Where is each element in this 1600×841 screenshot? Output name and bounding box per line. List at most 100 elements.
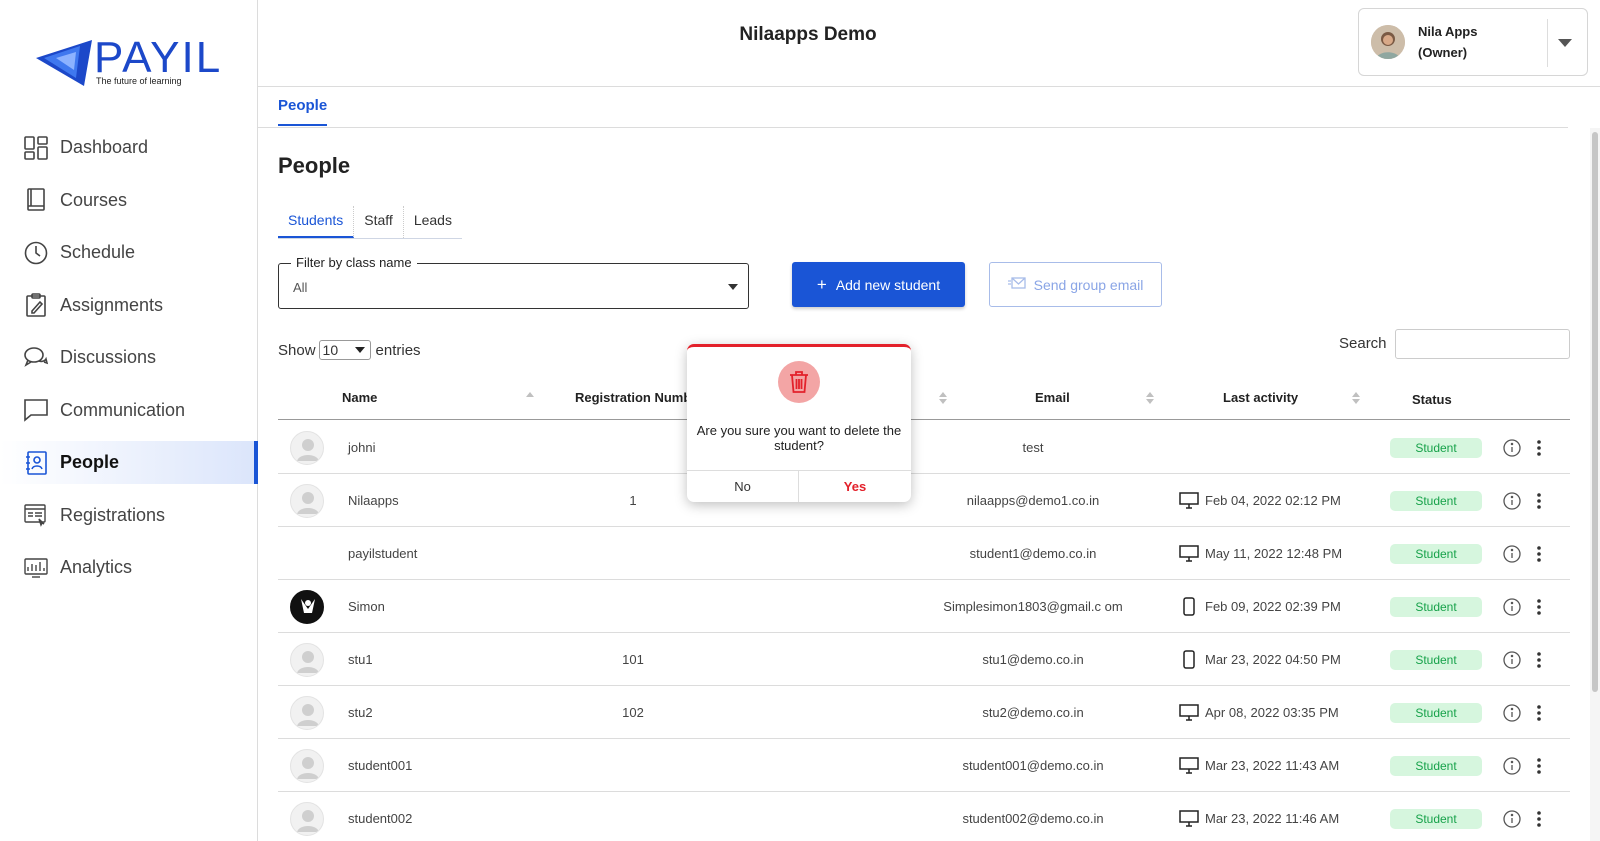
table-row[interactable]: Simon Simplesimon1803@gmail.c om Feb 09,… xyxy=(278,580,1570,633)
student-name[interactable]: Nilaapps xyxy=(348,474,399,527)
sidebar-item-assignments[interactable]: Assignments xyxy=(0,284,258,327)
student-name[interactable]: stu2 xyxy=(348,686,373,739)
user-placeholder-avatar xyxy=(290,802,324,836)
info-icon[interactable] xyxy=(1502,527,1522,580)
info-icon[interactable] xyxy=(1502,792,1522,841)
column-header-email[interactable]: Email xyxy=(1035,390,1070,405)
table-header: Name Registration Numb Email Last activi… xyxy=(278,378,1570,420)
search-label: Search xyxy=(1339,335,1387,352)
last-activity: Mar 23, 2022 11:46 AM xyxy=(1178,792,1368,841)
student-email: student1@demo.co.in xyxy=(969,546,1097,561)
search-input[interactable] xyxy=(1395,329,1570,359)
more-vertical-icon[interactable] xyxy=(1536,421,1542,474)
plus-icon: + xyxy=(816,274,827,294)
column-header-last-activity[interactable]: Last activity xyxy=(1223,390,1298,405)
entries-show-label: Show xyxy=(278,341,316,359)
student-name[interactable]: student001 xyxy=(348,739,412,792)
sidebar-item-courses[interactable]: Courses xyxy=(0,179,258,222)
student-name[interactable]: stu1 xyxy=(348,633,373,686)
table-row[interactable]: stu2 102 stu2@demo.co.in Apr 08, 2022 03… xyxy=(278,686,1570,739)
sort-icon[interactable] xyxy=(526,392,534,404)
student-name[interactable]: student002 xyxy=(348,792,412,841)
table-row[interactable]: Nilaapps 1 nilaapps@demo1.co.in Feb 04, … xyxy=(278,474,1570,527)
info-icon[interactable] xyxy=(1502,474,1522,527)
status-badge: Student xyxy=(1390,702,1482,723)
caret-down-icon xyxy=(354,347,365,353)
scrollbar-thumb[interactable] xyxy=(1592,132,1598,692)
registration-number xyxy=(578,580,688,633)
empty-avatar xyxy=(290,537,324,571)
info-icon[interactable] xyxy=(1502,686,1522,739)
sort-icon[interactable] xyxy=(1352,392,1360,404)
yes-button[interactable]: Yes xyxy=(799,471,911,502)
table-row[interactable]: stu1 101 stu1@demo.co.in Mar 23, 2022 04… xyxy=(278,633,1570,686)
chevron-down-icon[interactable] xyxy=(1558,39,1572,47)
last-activity: Mar 23, 2022 11:43 AM xyxy=(1178,739,1368,792)
column-header-registration-number[interactable]: Registration Numb xyxy=(575,390,691,405)
delete-confirm-message: Are you sure you want to delete the stud… xyxy=(696,423,902,453)
column-header-name[interactable]: Name xyxy=(342,390,377,405)
tab-divider xyxy=(258,127,1568,128)
mail-icon xyxy=(1007,276,1026,293)
top-header: Nilaapps Demo Nila Apps (Owner) xyxy=(258,0,1600,87)
entries-select[interactable]: 10 xyxy=(318,340,371,360)
more-vertical-icon[interactable] xyxy=(1536,527,1542,580)
sidebar-item-label: Communication xyxy=(60,399,186,420)
info-icon[interactable] xyxy=(1502,580,1522,633)
status-cell: Student xyxy=(1390,421,1482,474)
user-placeholder-avatar xyxy=(290,484,324,518)
student-name[interactable]: payilstudent xyxy=(348,527,417,580)
sidebar-item-people[interactable]: People xyxy=(0,441,258,484)
student-name[interactable]: johni xyxy=(348,421,375,474)
mobile-icon xyxy=(1178,597,1200,616)
last-activity-time: Feb 09, 2022 02:39 PM xyxy=(1205,599,1341,614)
sidebar-item-analytics[interactable]: Analytics xyxy=(0,546,258,589)
last-activity-time: Apr 08, 2022 03:35 PM xyxy=(1205,705,1339,720)
class-filter-select[interactable]: Filter by class name All xyxy=(278,255,749,309)
no-button[interactable]: No xyxy=(687,471,799,502)
registration-number: 102 xyxy=(622,705,644,720)
class-filter-value: All xyxy=(293,280,308,295)
sidebar-item-discussions[interactable]: Discussions xyxy=(0,336,258,379)
table-row[interactable]: student002 student002@demo.co.in Mar 23,… xyxy=(278,792,1570,841)
delete-confirm-dialog: Are you sure you want to delete the stud… xyxy=(687,344,911,502)
table-row[interactable]: johni test Student xyxy=(278,421,1570,474)
contacts-icon xyxy=(22,449,50,477)
user-menu-divider xyxy=(1547,19,1548,67)
sidebar-item-label: People xyxy=(60,452,120,472)
tab-students[interactable]: Students xyxy=(278,206,355,238)
sidebar-item-registrations[interactable]: Registrations xyxy=(0,494,258,537)
payil-logo[interactable]: PAYIL The future of learning xyxy=(36,34,226,88)
table-row[interactable]: student001 student001@demo.co.in Mar 23,… xyxy=(278,739,1570,792)
info-icon[interactable] xyxy=(1502,421,1522,474)
info-icon[interactable] xyxy=(1502,739,1522,792)
sidebar-item-label: Registrations xyxy=(60,504,166,525)
add-new-student-button[interactable]: + Add new student xyxy=(792,262,965,307)
status-cell: Student xyxy=(1390,686,1482,739)
tab-people[interactable]: People xyxy=(278,88,328,128)
user-name: Nila Apps xyxy=(1418,24,1478,39)
more-vertical-icon[interactable] xyxy=(1536,474,1542,527)
user-placeholder-avatar xyxy=(290,749,324,783)
more-vertical-icon[interactable] xyxy=(1536,580,1542,633)
more-vertical-icon[interactable] xyxy=(1536,739,1542,792)
sidebar-item-dashboard[interactable]: Dashboard xyxy=(0,126,258,169)
send-group-email-button[interactable]: Send group email xyxy=(989,262,1162,307)
table-row[interactable]: payilstudent student1@demo.co.in May 11,… xyxy=(278,527,1570,580)
last-activity: Mar 23, 2022 04:50 PM xyxy=(1178,633,1368,686)
more-vertical-icon[interactable] xyxy=(1536,792,1542,841)
sort-icon[interactable] xyxy=(1146,392,1154,404)
more-vertical-icon[interactable] xyxy=(1536,686,1542,739)
sidebar-item-communication[interactable]: Communication xyxy=(0,389,258,432)
tab-staff[interactable]: Staff xyxy=(354,206,404,238)
sidebar-item-schedule[interactable]: Schedule xyxy=(0,231,258,274)
sidebar: PAYIL The future of learning Dashboard C… xyxy=(0,0,258,841)
column-header-status: Status xyxy=(1412,392,1452,407)
sort-icon[interactable] xyxy=(939,392,947,404)
info-icon[interactable] xyxy=(1502,633,1522,686)
student-email: nilaapps@demo1.co.in xyxy=(966,493,1100,508)
more-vertical-icon[interactable] xyxy=(1536,633,1542,686)
tab-leads[interactable]: Leads xyxy=(404,206,462,238)
student-name[interactable]: Simon xyxy=(348,580,385,633)
user-menu[interactable]: Nila Apps (Owner) xyxy=(1358,8,1588,76)
